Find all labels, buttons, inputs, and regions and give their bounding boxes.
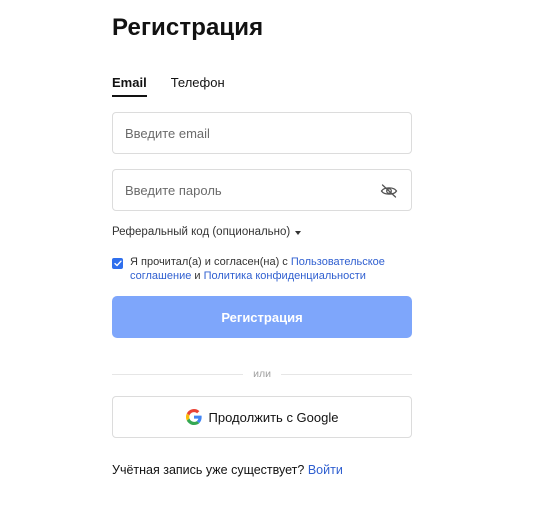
- tab-phone[interactable]: Телефон: [171, 74, 225, 97]
- caret-down-icon: [295, 230, 302, 235]
- agreement-row: Я прочитал(а) и согласен(на) с Пользоват…: [112, 255, 412, 283]
- continue-with-google-button[interactable]: Продолжить с Google: [112, 396, 412, 438]
- login-link[interactable]: Войти: [308, 463, 343, 477]
- register-button[interactable]: Регистрация: [112, 296, 412, 338]
- agreement-conjunction: и: [194, 270, 201, 282]
- privacy-policy-link[interactable]: Политика конфиденциальности: [204, 270, 366, 282]
- agreement-checkbox[interactable]: [112, 258, 123, 269]
- divider-line-left: [112, 373, 244, 375]
- auth-method-tabs: Email Телефон: [112, 74, 225, 98]
- divider-line-right: [280, 373, 413, 375]
- or-divider: или: [112, 366, 413, 382]
- page-title: Регистрация: [112, 14, 264, 41]
- referral-code-label: Реферальный код (опционально): [112, 226, 291, 238]
- tab-email[interactable]: Email: [112, 74, 147, 97]
- login-prompt: Учётная запись уже существует? Войти: [112, 463, 343, 477]
- checkmark-icon: [113, 260, 122, 267]
- agreement-text: Я прочитал(а) и согласен(на) с Пользоват…: [130, 255, 412, 283]
- email-input[interactable]: [113, 113, 411, 153]
- login-prompt-text: Учётная запись уже существует?: [112, 463, 305, 477]
- divider-label: или: [253, 368, 271, 380]
- password-input[interactable]: [113, 170, 411, 210]
- google-logo-icon: [185, 409, 202, 425]
- password-field-wrapper: [112, 169, 412, 211]
- referral-code-toggle[interactable]: Реферальный код (опционально): [112, 226, 302, 238]
- agreement-prefix: Я прочитал(а) и согласен(на) с: [130, 256, 288, 268]
- google-button-label: Продолжить с Google: [208, 409, 339, 425]
- email-field-wrapper: [112, 112, 412, 154]
- eye-off-icon[interactable]: [379, 181, 399, 201]
